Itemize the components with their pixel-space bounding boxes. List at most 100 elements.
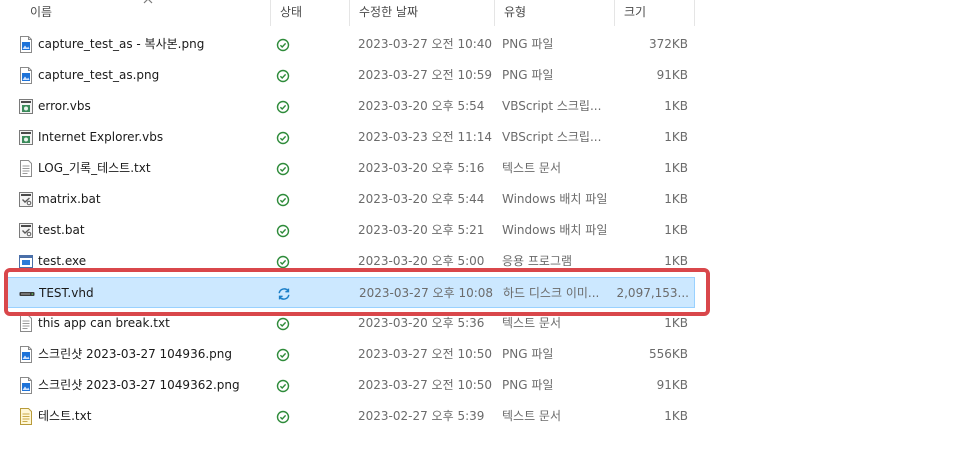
- file-type: PNG 파일: [502, 378, 554, 392]
- file-row[interactable]: test.exe 2023-03-20 오후 5:00 응용 프로그램 1KB: [6, 246, 695, 277]
- file-size: 1KB: [664, 99, 688, 113]
- image-file-icon: [18, 36, 34, 53]
- column-header-status[interactable]: 상태: [270, 0, 350, 26]
- file-row[interactable]: test.bat 2023-03-20 오후 5:21 Windows 배치 파일 1…: [6, 215, 695, 246]
- file-size: 2,097,153...: [616, 286, 689, 300]
- file-type: 텍스트 문서: [502, 316, 562, 330]
- file-modified-date: 2023-03-20 오후 5:16: [358, 161, 485, 175]
- file-size: 1KB: [664, 254, 688, 268]
- synced-check-icon: [275, 347, 291, 363]
- file-type: PNG 파일: [502, 347, 554, 361]
- file-modified-date: 2023-03-20 오후 5:36: [358, 316, 485, 330]
- file-size: 91KB: [656, 378, 688, 392]
- file-name: 스크린샷 2023-03-27 104936.png: [38, 347, 232, 361]
- image-file-icon: [18, 67, 34, 84]
- synced-check-icon: [275, 37, 291, 53]
- synced-check-icon: [275, 130, 291, 146]
- file-row[interactable]: capture_test_as - 복사본.png 2023-03-27 오전 1…: [6, 29, 695, 60]
- file-name: 테스트.txt: [38, 409, 92, 423]
- file-type: PNG 파일: [502, 68, 554, 82]
- file-row[interactable]: Internet Explorer.vbs 2023-03-23 오전 11:14…: [6, 122, 695, 153]
- file-type: Windows 배치 파일: [502, 192, 608, 206]
- column-header-date[interactable]: 수정한 날짜: [349, 0, 494, 26]
- column-divider[interactable]: [694, 0, 695, 26]
- file-name: matrix.bat: [38, 192, 101, 206]
- file-name: TEST.vhd: [39, 286, 94, 300]
- text-file-icon: [18, 315, 34, 332]
- file-modified-date: 2023-03-20 오후 5:00: [358, 254, 485, 268]
- script-file-icon: [18, 129, 34, 146]
- file-type: VBScript 스크립...: [502, 130, 602, 144]
- column-header-type-label: 유형: [504, 5, 527, 19]
- column-header-bar: 이름 상태 수정한 날짜 유형 크기: [0, 0, 963, 26]
- image-file-icon: [18, 346, 34, 363]
- file-type: 텍스트 문서: [502, 161, 562, 175]
- sort-ascending-icon: [143, 0, 153, 4]
- file-modified-date: 2023-03-20 오후 5:54: [358, 99, 485, 113]
- file-modified-date: 2023-03-27 오전 10:50: [358, 347, 493, 361]
- file-type: Windows 배치 파일: [502, 223, 608, 237]
- file-modified-date: 2023-03-27 오전 10:50: [358, 378, 493, 392]
- synced-check-icon: [275, 254, 291, 270]
- file-size: 1KB: [664, 130, 688, 144]
- file-name: LOG_기록_테스트.txt: [38, 161, 151, 175]
- synced-check-icon: [275, 316, 291, 332]
- file-size: 372KB: [648, 37, 688, 51]
- column-header-size-label: 크기: [624, 5, 647, 19]
- file-row[interactable]: error.vbs 2023-03-20 오후 5:54 VBScript 스크립.…: [6, 91, 695, 122]
- file-row[interactable]: 스크린샷 2023-03-27 1049362.png 2023-03-27 오전…: [6, 370, 695, 401]
- synced-check-icon: [275, 192, 291, 208]
- file-type: VBScript 스크립...: [502, 99, 602, 113]
- column-header-name-label: 이름: [30, 5, 53, 19]
- file-size: 1KB: [664, 409, 688, 423]
- file-size: 1KB: [664, 316, 688, 330]
- synced-check-icon: [275, 99, 291, 115]
- synced-check-icon: [275, 161, 291, 177]
- file-size: 91KB: [656, 68, 688, 82]
- file-modified-date: 2023-03-20 오후 5:44: [358, 192, 485, 206]
- synced-check-icon: [275, 378, 291, 394]
- file-size: 1KB: [664, 161, 688, 175]
- file-type: 응용 프로그램: [502, 254, 573, 268]
- file-name: error.vbs: [38, 99, 91, 113]
- file-modified-date: 2023-02-27 오후 5:39: [358, 409, 485, 423]
- file-name: capture_test_as.png: [38, 68, 160, 82]
- synced-check-icon: [275, 68, 291, 84]
- syncing-icon: [276, 286, 292, 302]
- file-name: test.exe: [38, 254, 87, 268]
- file-name: Internet Explorer.vbs: [38, 130, 164, 144]
- synced-check-icon: [275, 409, 291, 425]
- column-header-type[interactable]: 유형: [494, 0, 614, 26]
- file-size: 1KB: [664, 192, 688, 206]
- file-size: 1KB: [664, 223, 688, 237]
- file-name: this app can break.txt: [38, 316, 170, 330]
- file-row[interactable]: 스크린샷 2023-03-27 104936.png 2023-03-27 오전 …: [6, 339, 695, 370]
- column-header-size[interactable]: 크기: [614, 0, 694, 26]
- file-row[interactable]: this app can break.txt 2023-03-20 오후 5:36…: [6, 308, 695, 339]
- column-header-status-label: 상태: [280, 5, 303, 19]
- file-size: 556KB: [648, 347, 688, 361]
- file-name: test.bat: [38, 223, 85, 237]
- file-row[interactable]: capture_test_as.png 2023-03-27 오전 10:59 PN…: [6, 60, 695, 91]
- synced-check-icon: [275, 223, 291, 239]
- file-type: 텍스트 문서: [502, 409, 562, 423]
- file-modified-date: 2023-03-27 오후 10:08: [359, 286, 494, 300]
- file-row[interactable]: TEST.vhd 2023-03-27 오후 10:08 하드 디스크 이미... 2…: [6, 277, 695, 308]
- script-file-icon: [18, 98, 34, 115]
- batch-file-icon: [18, 222, 34, 239]
- batch-file-icon: [18, 191, 34, 208]
- file-modified-date: 2023-03-27 오전 10:40: [358, 37, 493, 51]
- column-header-date-label: 수정한 날짜: [359, 5, 419, 19]
- file-name: capture_test_as - 복사본.png: [38, 37, 205, 51]
- file-row[interactable]: matrix.bat 2023-03-20 오후 5:44 Windows 배치 파…: [6, 184, 695, 215]
- file-modified-date: 2023-03-20 오후 5:21: [358, 223, 485, 237]
- image-file-icon: [18, 377, 34, 394]
- file-row[interactable]: 테스트.txt 2023-02-27 오후 5:39 텍스트 문서 1KB: [6, 401, 695, 432]
- text-file-icon: [18, 160, 34, 177]
- file-type: 하드 디스크 이미...: [503, 286, 600, 300]
- file-modified-date: 2023-03-27 오전 10:59: [358, 68, 493, 82]
- file-type: PNG 파일: [502, 37, 554, 51]
- note-file-icon: [18, 408, 34, 425]
- file-modified-date: 2023-03-23 오전 11:14: [358, 130, 493, 144]
- file-row[interactable]: LOG_기록_테스트.txt 2023-03-20 오후 5:16 텍스트 문서 1K…: [6, 153, 695, 184]
